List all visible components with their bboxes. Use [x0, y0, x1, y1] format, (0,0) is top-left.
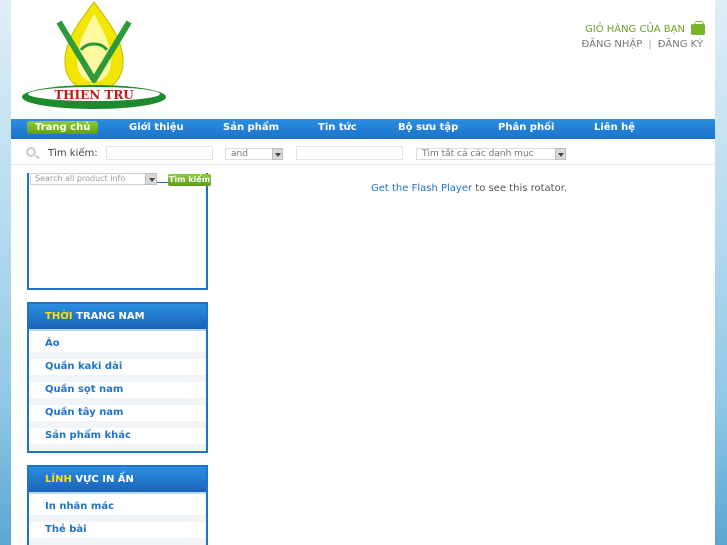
- account-links: ĐĂNG NHẬP | ĐĂNG KÝ: [581, 39, 703, 50]
- operator-select[interactable]: and: [225, 148, 283, 160]
- category-select[interactable]: Tìm tất cả các danh mục: [416, 148, 566, 160]
- logo-wordmark: THIEN TRU: [54, 88, 134, 102]
- search-label: Tìm kiếm:: [48, 148, 98, 159]
- nav-item-home[interactable]: Trang chủ: [27, 121, 99, 134]
- chevron-down-icon[interactable]: [555, 148, 566, 160]
- category-heading-rest: TRANG NAM: [72, 311, 145, 322]
- category-select-value: Tìm tất cả các danh mục: [422, 149, 534, 159]
- category-heading: LĨNH VỰC IN ẤN: [29, 467, 206, 494]
- search-input-2[interactable]: [296, 146, 403, 160]
- category-item[interactable]: In nhãn mác: [29, 499, 206, 522]
- separator: |: [648, 39, 652, 50]
- category-item[interactable]: Quần kaki dài: [29, 359, 206, 382]
- flash-notice-text: to see this rotator.: [472, 183, 568, 194]
- category-item[interactable]: Áo: [29, 336, 206, 359]
- product-search-input[interactable]: Search all product info: [30, 173, 157, 185]
- login-link[interactable]: ĐĂNG NHẬP: [581, 39, 642, 50]
- nav-item-distribution[interactable]: Phân phối: [498, 122, 554, 133]
- search-bar: Tìm kiếm: and Tìm tất cả các danh mục: [11, 143, 715, 165]
- cart-label: GIỎ HÀNG CỦA BẠN: [584, 24, 685, 35]
- category-list: In nhãn mác Thẻ bài: [29, 494, 206, 545]
- flash-player-link[interactable]: Get the Flash Player: [371, 183, 472, 194]
- category-list: Áo Quần kaki dài Quần sọt nam Quần tây n…: [29, 331, 206, 451]
- nav-item-products[interactable]: Sản phẩm: [223, 122, 279, 133]
- category-item[interactable]: Quần sọt nam: [29, 382, 206, 405]
- chevron-down-icon[interactable]: [272, 148, 283, 160]
- category-box-printing: LĨNH VỰC IN ẤN In nhãn mác Thẻ bài: [27, 465, 208, 545]
- nav-item-news[interactable]: Tin tức: [318, 122, 357, 133]
- product-search-button[interactable]: Tìm kiếm: [168, 174, 211, 186]
- category-item[interactable]: Quần tây nam: [29, 405, 206, 428]
- category-heading-highlight: THỜI: [45, 311, 73, 322]
- operator-select-value: and: [231, 149, 248, 159]
- nav-item-collections[interactable]: Bộ sưu tập: [398, 122, 458, 133]
- cart-link[interactable]: GIỎ HÀNG CỦA BẠN: [584, 21, 705, 35]
- magnifier-icon: [26, 147, 36, 157]
- register-link[interactable]: ĐĂNG KÝ: [658, 39, 703, 50]
- main-nav: Trang chủ Giới thiệu Sản phẩm Tin tức Bộ…: [11, 119, 715, 139]
- page-container: THIEN TRU GIỎ HÀNG CỦA BẠN ĐĂNG NHẬP | Đ…: [11, 0, 715, 545]
- category-box-mens-fashion: THỜI TRANG NAM Áo Quần kaki dài Quần sọt…: [27, 302, 208, 453]
- nav-item-about[interactable]: Giới thiệu: [129, 122, 184, 133]
- chevron-down-icon[interactable]: [145, 173, 157, 185]
- flash-notice: Get the Flash Player to see this rotator…: [371, 183, 567, 194]
- category-heading: THỜI TRANG NAM: [29, 304, 206, 331]
- category-item[interactable]: Thẻ bài: [29, 522, 206, 545]
- product-search-panel: [27, 173, 208, 290]
- shopping-bag-icon: [691, 21, 705, 35]
- thien-tru-logo[interactable]: THIEN TRU: [21, 0, 167, 112]
- category-item[interactable]: Sản phẩm khác: [29, 428, 206, 451]
- divider: [157, 182, 168, 183]
- nav-item-contact[interactable]: Liên hệ: [594, 122, 635, 133]
- category-heading-rest: VỰC IN ẤN: [71, 474, 134, 485]
- search-input-1[interactable]: [106, 146, 213, 160]
- category-heading-highlight: LĨNH: [45, 474, 72, 485]
